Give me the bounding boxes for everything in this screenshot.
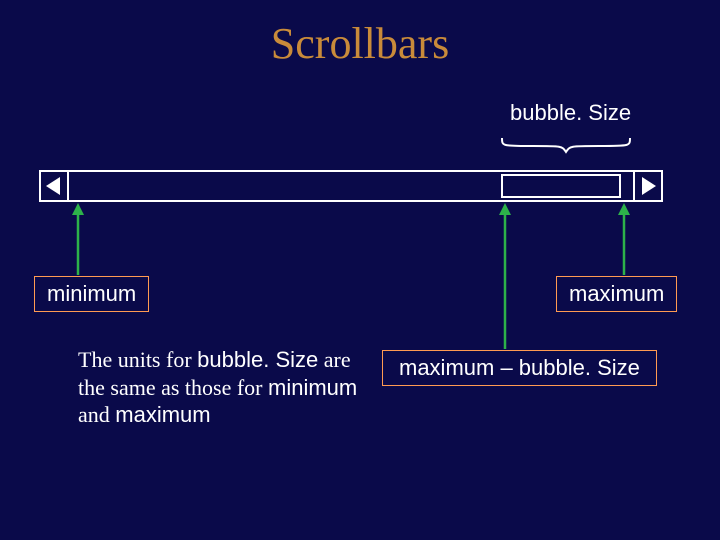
scroll-left-button[interactable]: [39, 170, 69, 202]
maximum-label: maximum: [556, 276, 677, 312]
units-code-max: maximum: [115, 402, 210, 427]
max-minus-bubble-label: maximum – bubble. Size: [382, 350, 657, 386]
arrow-to-max-minus-bubble-icon: [495, 203, 515, 351]
units-code-min: minimum: [268, 375, 357, 400]
slide: Scrollbars bubble. Size minimum maximum …: [0, 0, 720, 540]
slide-title: Scrollbars: [0, 18, 720, 69]
units-code-bubble: bubble. Size: [197, 347, 318, 372]
scrollbar-track[interactable]: [69, 170, 633, 202]
scrollbar-thumb[interactable]: [501, 174, 621, 198]
scrollbar[interactable]: [39, 170, 663, 202]
triangle-left-icon: [46, 177, 60, 195]
units-text-1: The units for: [78, 347, 197, 372]
triangle-right-icon: [642, 177, 656, 195]
brace-icon: [500, 136, 632, 154]
arrow-to-maximum-icon: [614, 203, 634, 277]
arrow-to-minimum-icon: [68, 203, 88, 277]
bubble-size-label: bubble. Size: [510, 100, 631, 126]
units-paragraph: The units for bubble. Size are the same …: [78, 346, 378, 429]
units-text-3: and: [78, 402, 115, 427]
minimum-label: minimum: [34, 276, 149, 312]
scroll-right-button[interactable]: [633, 170, 663, 202]
